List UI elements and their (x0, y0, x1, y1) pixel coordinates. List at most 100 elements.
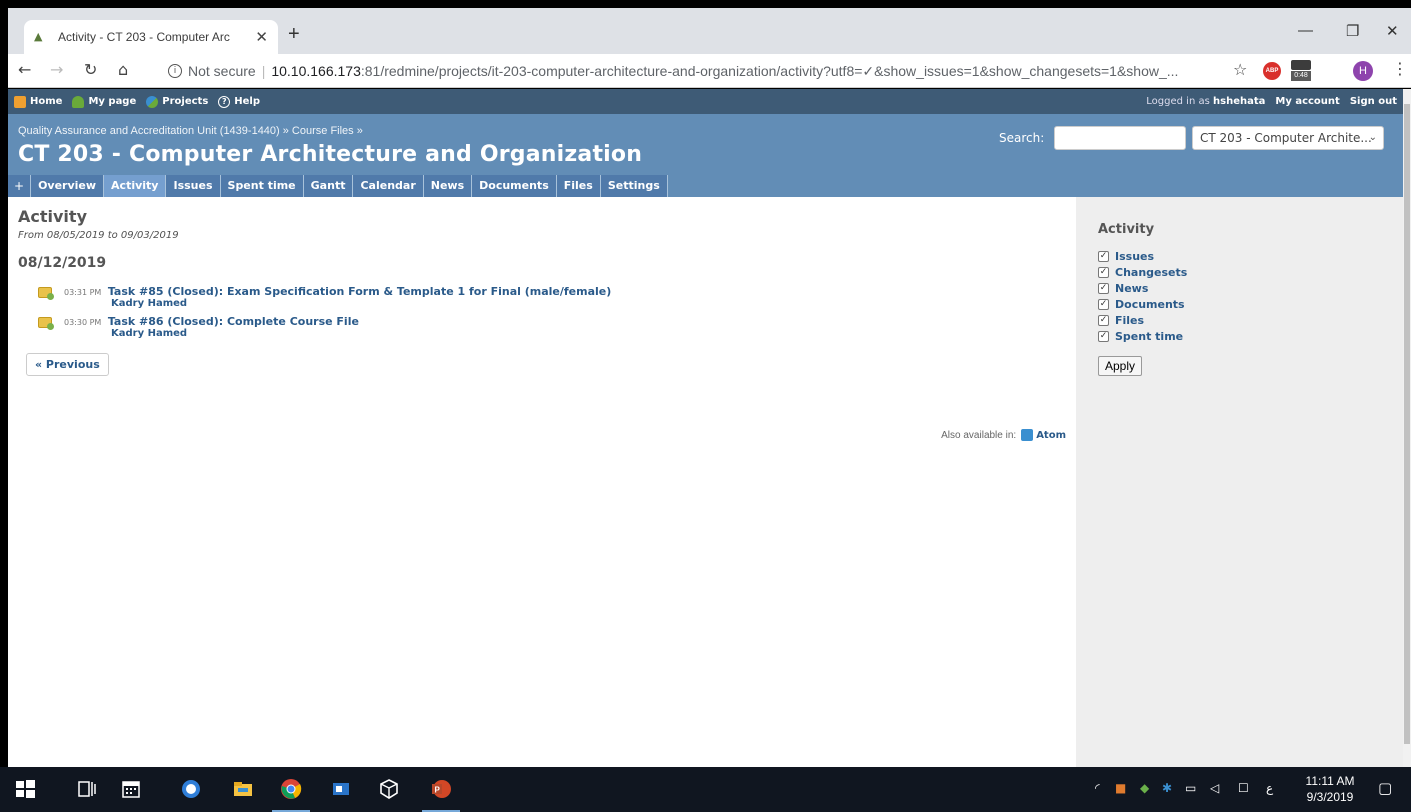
top-menu-projects[interactable]: Projects (146, 95, 208, 108)
new-tab-button[interactable]: + (288, 23, 300, 46)
taskbar-clock[interactable]: 11:11 AM 9/3/2019 (1300, 773, 1360, 805)
username-link[interactable]: hshehata (1213, 96, 1265, 107)
minimize-icon[interactable]: — (1298, 22, 1313, 39)
filter-label[interactable]: Changesets (1115, 266, 1187, 279)
my-account-link[interactable]: My account (1275, 96, 1339, 107)
wifi-icon[interactable]: ◜ (1095, 781, 1100, 795)
outlook-app-icon[interactable] (330, 778, 352, 800)
timer-extension-icon[interactable]: 0:48 (1291, 60, 1311, 82)
browser-tab-activity[interactable]: ▲ Activity - CT 203 - Computer Arc ✕ (24, 20, 278, 54)
tab-spent-time[interactable]: Spent time (220, 175, 304, 197)
filter-news[interactable]: ✓ News (1098, 280, 1381, 296)
tab-gantt[interactable]: Gantt (303, 175, 354, 197)
checkbox-checked-icon[interactable]: ✓ (1098, 282, 1109, 294)
project-jump-select[interactable]: CT 203 - Computer Archite... ⌄ (1192, 126, 1384, 150)
checkbox-checked-icon[interactable]: ✓ (1098, 266, 1109, 278)
bookmark-star-icon[interactable]: ☆ (1233, 60, 1247, 79)
info-icon[interactable]: i (168, 64, 182, 78)
tab-documents[interactable]: Documents (472, 175, 557, 197)
previous-button[interactable]: « Previous (26, 353, 109, 376)
checkbox-checked-icon[interactable]: ✓ (1098, 298, 1109, 310)
atom-link[interactable]: Atom (1036, 430, 1066, 441)
checkbox-checked-icon[interactable]: ✓ (1098, 250, 1109, 262)
event-author-link[interactable]: Kadry Hamed (48, 328, 1066, 339)
breadcrumb[interactable]: Quality Assurance and Accreditation Unit… (18, 125, 363, 137)
top-menu-my-page[interactable]: My page (72, 95, 137, 108)
powerpoint-icon[interactable]: P (430, 778, 452, 800)
adblock-extension-icon[interactable]: ABP (1263, 62, 1281, 80)
volume-icon[interactable]: ◁ (1210, 781, 1219, 795)
top-menu-home[interactable]: Home (14, 95, 63, 108)
event-time: 03:31 PM (64, 288, 102, 297)
app-tray-icon[interactable]: ■ (1115, 781, 1126, 795)
back-arrow-icon[interactable]: ← (18, 60, 31, 79)
filter-label[interactable]: Files (1115, 314, 1144, 327)
scrollbar-thumb[interactable] (1404, 104, 1410, 744)
checkbox-checked-icon[interactable]: ✓ (1098, 314, 1109, 326)
windows-start-icon[interactable] (14, 778, 36, 800)
battery-icon[interactable]: ▭ (1185, 781, 1196, 795)
checkbox-checked-icon[interactable]: ✓ (1098, 330, 1109, 342)
home-label: Home (30, 96, 63, 107)
forward-arrow-icon[interactable]: → (50, 60, 63, 79)
calendar-app-icon[interactable] (120, 778, 142, 800)
activity-list: 03:31 PM Task #85 (Closed): Exam Specifi… (18, 285, 1066, 339)
url-path: :81/redmine/projects/it-203-computer-arc… (360, 62, 1179, 79)
tab-files[interactable]: Files (556, 175, 601, 197)
filter-label[interactable]: News (1115, 282, 1148, 295)
apply-button[interactable]: Apply (1098, 356, 1143, 376)
tab-issues[interactable]: Issues (166, 175, 221, 197)
filter-issues[interactable]: ✓ Issues (1098, 248, 1381, 264)
event-author-link[interactable]: Kadry Hamed (48, 298, 1066, 309)
feed-icon (1021, 429, 1034, 441)
notifications-icon[interactable]: ▢ (1378, 779, 1392, 797)
sign-out-link[interactable]: Sign out (1350, 96, 1397, 107)
filter-files[interactable]: ✓ Files (1098, 312, 1381, 328)
tab-activity[interactable]: Activity (104, 175, 167, 197)
filter-label[interactable]: Documents (1115, 298, 1185, 311)
bluetooth-icon[interactable]: ✱ (1162, 781, 1172, 795)
reload-icon[interactable]: ↻ (84, 60, 97, 79)
search-label: Search: (999, 131, 1045, 145)
screen: ▲ Activity - CT 203 - Computer Arc ✕ + —… (0, 0, 1411, 812)
timer-extension-badge: 0:48 (1291, 71, 1311, 81)
menu-kebab-icon[interactable]: ⋮ (1392, 59, 1408, 78)
filter-spent-time[interactable]: ✓ Spent time (1098, 328, 1381, 344)
filter-label[interactable]: Spent time (1115, 330, 1183, 343)
taskbar: P ◜ ■ ◆ ✱ ▭ ◁ ☐ ع 11:11 AM 9/3/2019 ▢ (0, 767, 1411, 812)
chat-app-icon[interactable] (180, 778, 202, 800)
home-icon[interactable]: ⌂ (118, 60, 128, 79)
filter-label[interactable]: Issues (1115, 250, 1154, 263)
search-input[interactable] (1054, 126, 1186, 150)
network-tray-icon[interactable]: ◆ (1140, 781, 1149, 795)
tab-settings[interactable]: Settings (600, 175, 668, 197)
page-scrollbar[interactable] (1403, 89, 1411, 767)
top-menu-help[interactable]: ? Help (218, 95, 260, 108)
window-close-icon[interactable]: ✕ (1386, 22, 1399, 40)
filter-changesets[interactable]: ✓ Changesets (1098, 264, 1381, 280)
tab-overview[interactable]: Overview (31, 175, 105, 197)
profile-avatar[interactable]: H (1353, 61, 1373, 81)
tab-news[interactable]: News (423, 175, 473, 197)
chrome-icon[interactable] (280, 778, 302, 800)
event-title-link[interactable]: Task #86 (Closed): Complete Course File (108, 315, 359, 328)
task-view-icon[interactable] (76, 778, 98, 800)
restore-icon[interactable]: ❐ (1346, 22, 1359, 40)
event-title-link[interactable]: Task #85 (Closed): Exam Specification Fo… (108, 285, 611, 298)
project-jump-value: CT 203 - Computer Archite... (1200, 131, 1372, 145)
event-time: 03:30 PM (64, 318, 102, 327)
omnibox-divider: | (261, 63, 266, 79)
sidebar-title: Activity (1098, 222, 1155, 237)
new-object-button[interactable]: + (8, 175, 32, 197)
virtualbox-icon[interactable] (378, 778, 400, 800)
url-input[interactable]: i Not secure | 10.10.166.173 :81/redmine… (162, 57, 1272, 85)
action-tray-icon[interactable]: ☐ (1238, 781, 1249, 795)
file-explorer-icon[interactable] (232, 778, 254, 800)
filter-documents[interactable]: ✓ Documents (1098, 296, 1381, 312)
address-bar-row: ← → ↻ ⌂ i Not secure | 10.10.166.173 :81… (8, 54, 1411, 88)
tab-close-icon[interactable]: ✕ (255, 28, 268, 46)
input-language[interactable]: ع (1266, 781, 1273, 795)
activity-heading: Activity (18, 207, 87, 226)
tab-calendar[interactable]: Calendar (353, 175, 424, 197)
my-page-label: My page (88, 96, 137, 107)
